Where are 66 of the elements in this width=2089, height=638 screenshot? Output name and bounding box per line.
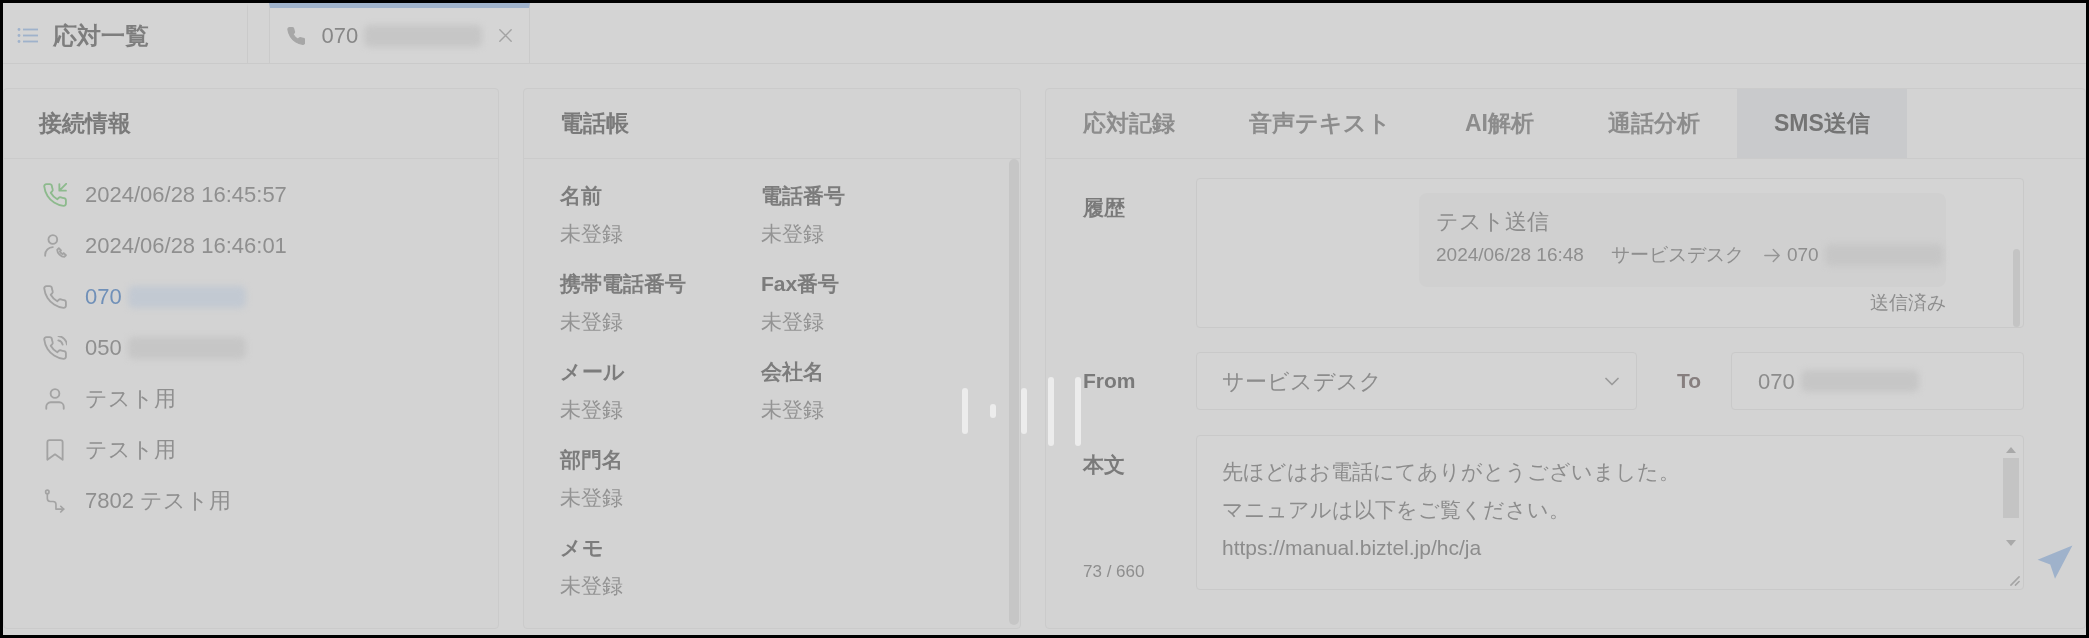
close-icon <box>499 29 513 42</box>
field-label: 履歴 <box>1083 195 1125 221</box>
page-tab[interactable]: 応対一覧 <box>3 3 248 63</box>
field-label: From <box>1083 368 1136 394</box>
field-value: 未登録 <box>761 397 824 423</box>
field-label: メモ <box>560 535 604 561</box>
panel-title: 接続情報 <box>39 109 131 139</box>
resize-grip-icon <box>2010 576 2020 586</box>
from-select[interactable]: サービスデスク <box>1196 352 1637 410</box>
field-value: 未登録 <box>560 309 623 335</box>
field-value: 未登録 <box>560 221 623 247</box>
chevron-down-icon <box>1605 376 1619 386</box>
status-text: 送信済み <box>1870 291 1946 315</box>
field-label: Fax番号 <box>761 271 840 297</box>
info-text: テスト用 <box>85 436 176 464</box>
incoming-call-icon <box>43 182 67 207</box>
message-line: 先ほどはお電話にてありがとうございました。 <box>1222 459 1680 485</box>
send-button[interactable] <box>2036 543 2074 581</box>
field-label: メール <box>560 359 625 385</box>
field-value: 未登録 <box>560 397 623 423</box>
info-text: 2024/06/28 16:45:57 <box>85 181 287 209</box>
info-text: 2024/06/28 16:46:01 <box>85 232 287 260</box>
phone-waves-icon <box>43 335 67 360</box>
tab[interactable]: 通話分析 <box>1571 89 1737 158</box>
to-field[interactable]: 070 <box>1731 352 2024 410</box>
field-value: 未登録 <box>560 573 623 599</box>
field-value: 未登録 <box>761 309 824 335</box>
scroll-down-icon <box>2006 540 2016 546</box>
info-text: テスト用 <box>85 385 176 413</box>
paper-plane-icon <box>2036 543 2074 581</box>
field-value: 未登録 <box>761 221 824 247</box>
field-label: 会社名 <box>761 359 824 385</box>
phone-number-link[interactable]: 070 <box>85 280 122 313</box>
phone-icon <box>43 284 67 309</box>
field-label: 携帯電話番号 <box>560 271 686 297</box>
bookmark-icon <box>43 437 67 462</box>
field-label: 名前 <box>560 183 602 209</box>
field-label: To <box>1677 368 1703 395</box>
field-label: 部門名 <box>560 447 623 473</box>
message-line: マニュアルは以下をご覧ください。 <box>1222 497 1570 523</box>
message-textarea[interactable]: 先ほどはお電話にてありがとうございました。 マニュアルは以下をご覧ください。 https://manual.biztel.jp/hc/ja <box>1196 435 2024 590</box>
field-label: 本文 <box>1083 452 1125 478</box>
panel-title: 電話帳 <box>560 109 629 139</box>
message-line: https://manual.biztel.jp/hc/ja <box>1222 535 1482 561</box>
person-phone-icon <box>43 233 67 258</box>
recipient-number-text: 070 <box>1786 243 1819 267</box>
arrow-right-icon <box>1763 247 1780 263</box>
tab[interactable]: SMS送信 <box>1737 89 1907 158</box>
tab[interactable]: AI解析 <box>1428 89 1571 158</box>
character-count-text: 73 / 660 <box>1083 561 1145 583</box>
info-text: 050 <box>85 334 122 362</box>
field-label: 電話番号 <box>761 183 845 209</box>
scroll-up-icon <box>2006 447 2016 453</box>
page-tab[interactable]: 070 <box>269 3 530 63</box>
field-value: 未登録 <box>560 485 623 511</box>
tab[interactable]: 音声テキスト <box>1212 89 1428 158</box>
phone-icon <box>287 25 306 46</box>
tab[interactable]: 応対記録 <box>1046 89 1212 158</box>
sms-message-text: テスト送信 <box>1436 208 1549 236</box>
sent-time-text: 2024/06/28 16:48 <box>1436 243 1584 267</box>
list-icon <box>17 27 38 44</box>
sender-name-text: サービスデスク <box>1610 243 1744 267</box>
info-text: 7802 テスト用 <box>85 487 232 515</box>
curved-arrow-icon <box>43 488 67 513</box>
close-tab-button[interactable] <box>498 27 513 44</box>
user-icon <box>43 386 67 411</box>
